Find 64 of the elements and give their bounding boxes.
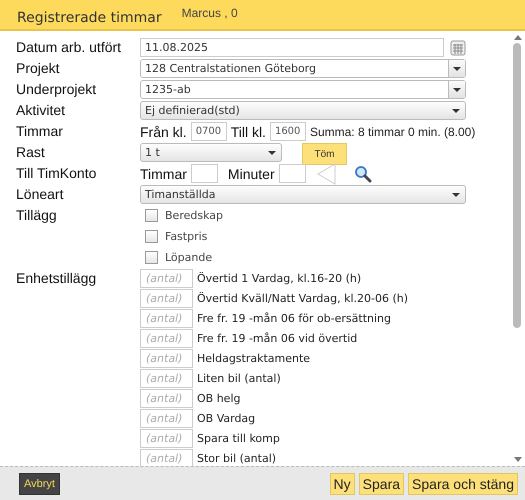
field-label: Projekt xyxy=(16,59,61,78)
quantity-field[interactable]: (antal) xyxy=(140,448,193,466)
quantity-field[interactable]: (antal) xyxy=(140,288,193,308)
scroll-up-icon[interactable] xyxy=(512,34,522,41)
user-name: Marcus , 0 xyxy=(182,6,238,20)
checkbox[interactable] xyxy=(145,251,158,264)
search-icon[interactable] xyxy=(354,164,372,182)
calendar-icon[interactable] xyxy=(450,40,466,56)
field-label: Enhetstillägg xyxy=(16,269,98,288)
dropdown[interactable]: Timanställda xyxy=(140,185,466,204)
unit-label: Fre fr. 19 -mån 06 vid övertid xyxy=(197,332,358,344)
checkbox-label: Löpande xyxy=(165,251,212,264)
hours-summary: Summa: 8 timmar 0 min. (8.00) xyxy=(310,124,476,138)
scroll-down-icon[interactable] xyxy=(512,456,522,463)
scrollbar-thumb[interactable] xyxy=(513,43,521,328)
unit-label: OB Vardag xyxy=(197,412,256,424)
from-time-field[interactable]: 0700 xyxy=(190,122,227,141)
action-button[interactable]: Ny xyxy=(330,472,355,494)
quantity-field[interactable]: (antal) xyxy=(140,328,193,348)
field-label: Datum arb. utfört xyxy=(16,38,122,57)
unit-label: Övertid 1 Vardag, kl.16-20 (h) xyxy=(197,272,362,284)
checkbox-label: Fastpris xyxy=(165,230,208,243)
field-label: Löneart xyxy=(16,185,64,204)
quantity-field[interactable]: (antal) xyxy=(140,348,193,368)
checkbox[interactable] xyxy=(145,209,158,222)
checkbox-label: Beredskap xyxy=(165,209,223,222)
quantity-field[interactable]: (antal) xyxy=(140,408,193,428)
cancel-button[interactable]: Avbryt xyxy=(19,472,60,494)
window-title: Registrerade timmar xyxy=(17,10,162,26)
minutes-field[interactable] xyxy=(278,164,306,183)
date-field[interactable]: 11.08.2025 xyxy=(140,38,444,57)
quantity-field[interactable]: (antal) xyxy=(140,388,193,408)
field-label: Rast xyxy=(16,143,46,162)
field-label: Timmar xyxy=(16,122,64,141)
to-time-field[interactable]: 1600 xyxy=(270,122,306,141)
from-label: Från kl. xyxy=(140,124,187,140)
unit-label: Liten bil (antal) xyxy=(197,372,281,384)
clear-button[interactable]: Töm xyxy=(302,143,347,165)
quantity-field[interactable]: (antal) xyxy=(140,268,193,288)
quantity-field[interactable]: (antal) xyxy=(140,308,193,328)
unit-label: Övertid Kväll/Natt Vardag, kl.20-06 (h) xyxy=(197,292,408,304)
hours-label: Timmar xyxy=(140,166,187,182)
field-label: Tillägg xyxy=(16,206,58,225)
unit-label: Heldagstraktamente xyxy=(197,352,310,364)
to-label: Till kl. xyxy=(230,124,266,140)
unit-label: OB helg xyxy=(197,392,240,404)
unit-label: Fre fr. 19 -mån 06 för ob-ersättning xyxy=(197,312,392,324)
field-label: Underprojekt xyxy=(16,80,98,99)
quantity-field[interactable]: (antal) xyxy=(140,368,193,388)
action-button[interactable]: Spara xyxy=(358,472,404,494)
combo-box[interactable]: 128 Centralstationen Göteborg xyxy=(140,59,466,78)
field-label: Aktivitet xyxy=(16,101,66,120)
hours-field[interactable] xyxy=(190,164,218,183)
field-label: Till TimKonto xyxy=(16,164,98,183)
checkbox[interactable] xyxy=(145,230,158,243)
dropdown[interactable]: Ej definierad(std) xyxy=(140,101,466,120)
minutes-label: Minuter xyxy=(228,166,275,182)
scrollbar[interactable] xyxy=(512,34,523,463)
quantity-field[interactable]: (antal) xyxy=(140,428,193,448)
combo-box[interactable]: 1235-ab xyxy=(140,80,466,99)
dropdown[interactable]: 1 t xyxy=(140,143,282,162)
action-button[interactable]: Spara och stäng xyxy=(408,472,518,494)
unit-label: Spara till komp xyxy=(197,432,280,444)
unit-label: Stor bil (antal) xyxy=(197,452,276,464)
